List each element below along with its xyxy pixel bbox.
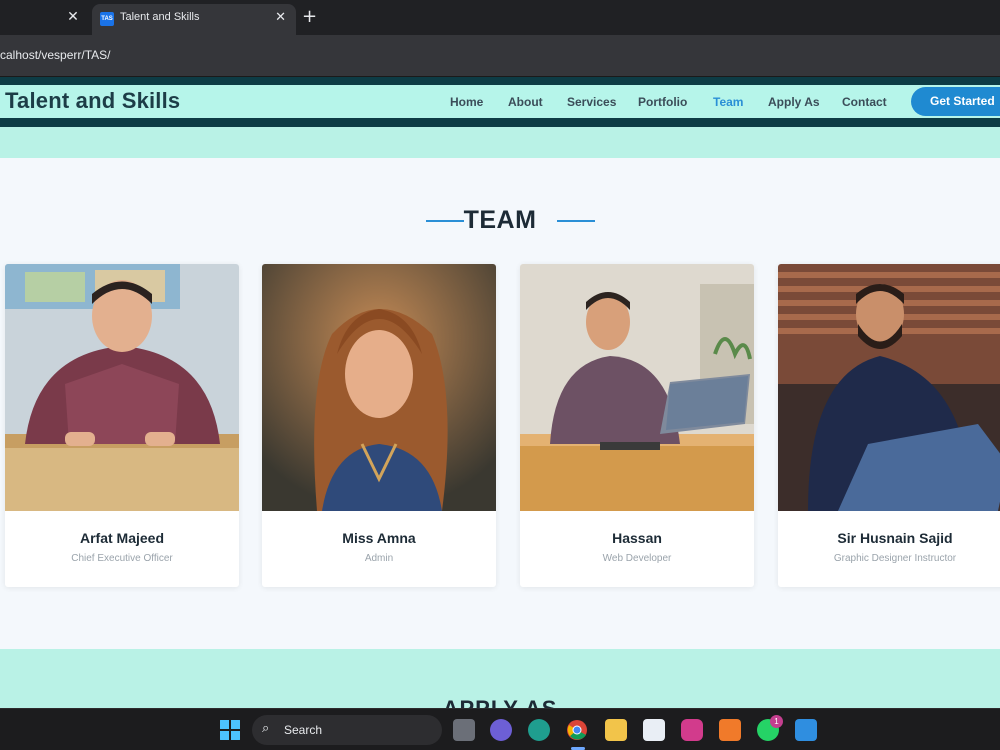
store-icon[interactable] xyxy=(643,719,665,741)
nav-apply-as[interactable]: Apply As xyxy=(768,95,820,109)
file-explorer-icon[interactable] xyxy=(605,719,627,741)
windows-taskbar: ⌕ Search 1 xyxy=(0,708,1000,750)
team-card-arfat[interactable]: Arfat Majeed Chief Executive Officer xyxy=(5,264,239,587)
edge-icon[interactable] xyxy=(528,719,550,741)
member-name: Sir Husnain Sajid xyxy=(837,530,953,546)
tas-favicon-icon: TAS xyxy=(100,12,114,26)
apply-heading: APPLY AS xyxy=(0,696,1000,708)
tab-close-icon[interactable]: ✕ xyxy=(275,10,286,25)
nav-team[interactable]: Team xyxy=(713,95,743,109)
search-icon: ⌕ xyxy=(262,721,270,736)
vscode-icon[interactable] xyxy=(795,719,817,741)
whatsapp-badge: 1 xyxy=(770,715,783,728)
member-role: Admin xyxy=(364,553,394,564)
nav-portfolio[interactable]: Portfolio xyxy=(638,95,687,109)
get-started-button[interactable]: Get Started xyxy=(911,87,1000,116)
page-viewport: Talent and Skills Home About Services Po… xyxy=(0,77,1000,708)
new-tab-plus-icon[interactable]: + xyxy=(302,6,317,28)
member-photo-amna xyxy=(262,264,496,511)
apply-section: APPLY AS xyxy=(0,649,1000,708)
browser-toolbar: calhost/vesperr/TAS/ xyxy=(0,35,1000,77)
member-name: Miss Amna xyxy=(342,530,416,546)
member-role: Graphic Designer Instructor xyxy=(833,553,957,564)
team-card-husnain[interactable]: Sir Husnain Sajid Graphic Designer Instr… xyxy=(778,264,1000,587)
previous-tab-close-icon[interactable]: ✕ xyxy=(64,8,82,26)
search-label: Search xyxy=(284,723,323,737)
windows-start-icon[interactable] xyxy=(219,719,241,741)
member-name: Hassan xyxy=(612,530,662,546)
instagram-icon[interactable] xyxy=(681,719,703,741)
site-header-bar: Talent and Skills Home About Services Po… xyxy=(0,85,1000,118)
title-right-line xyxy=(557,220,595,222)
member-photo-husnain xyxy=(778,264,1000,511)
team-card-amna[interactable]: Miss Amna Admin xyxy=(262,264,496,587)
team-title-wrap: TEAM xyxy=(0,206,1000,236)
nav-services[interactable]: Services xyxy=(567,95,616,109)
address-bar[interactable]: calhost/vesperr/TAS/ xyxy=(0,48,110,62)
brand-logo-text[interactable]: Talent and Skills xyxy=(5,88,180,114)
chrome-icon[interactable] xyxy=(566,719,588,741)
xampp-icon[interactable] xyxy=(719,719,741,741)
taskbar-search[interactable]: ⌕ Search xyxy=(252,715,442,745)
member-name: Arfat Majeed xyxy=(79,530,165,546)
tab-title: Talent and Skills xyxy=(120,11,200,23)
nav-contact[interactable]: Contact xyxy=(842,95,887,109)
member-role: Web Developer xyxy=(602,553,672,564)
nav-home[interactable]: Home xyxy=(450,95,483,109)
team-title: TEAM xyxy=(463,206,537,234)
browser-tab-active[interactable]: TAS Talent and Skills ✕ xyxy=(92,4,296,35)
site-header: Talent and Skills Home About Services Po… xyxy=(0,77,1000,127)
nav-about[interactable]: About xyxy=(508,95,543,109)
team-card-hassan[interactable]: Hassan Web Developer xyxy=(520,264,754,587)
member-photo-hassan xyxy=(520,264,754,511)
team-section: TEAM Arfat Majeed Chief Executive Office… xyxy=(0,158,1000,649)
task-view-icon[interactable] xyxy=(453,719,475,741)
teams-chat-icon[interactable] xyxy=(490,719,512,741)
member-role: Chief Executive Officer xyxy=(71,553,173,564)
browser-tabstrip: ✕ TAS Talent and Skills ✕ + xyxy=(0,0,1000,35)
member-photo-arfat xyxy=(5,264,239,511)
